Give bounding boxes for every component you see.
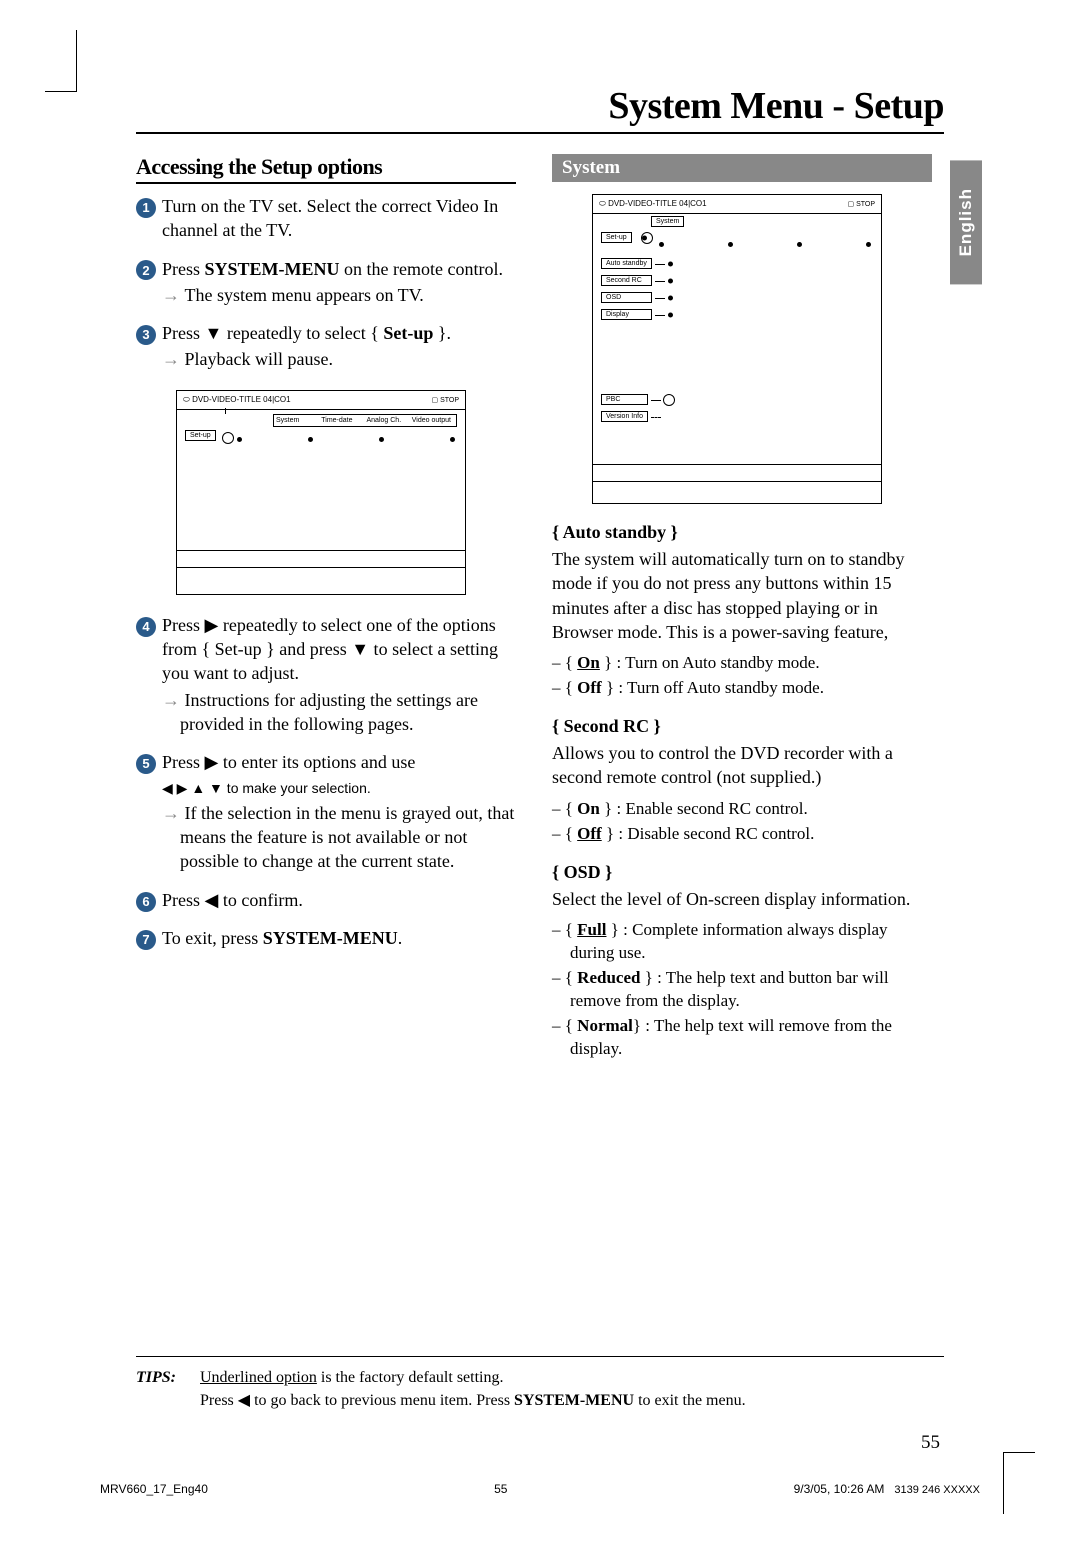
page-number: 55 [921, 1432, 940, 1454]
option-second-rc-list: { On } : Enable second RC control. { Off… [552, 798, 932, 846]
step-1: 1 Turn on the TV set. Select the correct… [136, 194, 516, 243]
osd-screenshot-1: ⬭ DVD-VIDEO-TITLE 04|CO1 ▢ STOP SystemTi… [176, 390, 466, 595]
language-tab: English [950, 160, 982, 284]
option-osd-list: { Full } : Complete information always d… [552, 919, 932, 1061]
step-5-result: If the selection in the menu is grayed o… [162, 801, 516, 874]
section-heading-accessing: Accessing the Setup options [136, 154, 516, 184]
step-2: 2 Press SYSTEM-MENU on the remote contro… [136, 257, 516, 308]
step-5: 5 Press ▶ to enter its options and use ◀… [136, 750, 516, 873]
option-osd-body: Select the level of On-screen display in… [552, 887, 932, 911]
option-auto-standby-body: The system will automatically turn on to… [552, 547, 932, 644]
step-4: 4 Press ▶ repeatedly to select one of th… [136, 613, 516, 736]
option-osd-head: { OSD } [552, 862, 932, 883]
crop-mark-top-left [45, 30, 77, 92]
option-second-rc-body: Allows you to control the DVD recorder w… [552, 741, 932, 790]
step-num-1: 1 [136, 198, 156, 218]
print-footer: MRV660_17_Eng40 55 9/3/05, 10:26 AM 3139… [100, 1482, 980, 1496]
tips-block: TIPS: Underlined option is the factory d… [136, 1356, 944, 1412]
step-3-result: Playback will pause. [162, 347, 516, 371]
option-auto-standby-list: { On } : Turn on Auto standby mode. { Of… [552, 652, 932, 700]
option-second-rc-head: { Second RC } [552, 716, 932, 737]
step-6: 6 Press ◀ to confirm. [136, 888, 516, 912]
option-auto-standby-head: { Auto standby } [552, 522, 932, 543]
step-4-result: Instructions for adjusting the settings … [162, 688, 516, 737]
step-7: 7 To exit, press SYSTEM-MENU. [136, 926, 516, 950]
step-3: 3 Press ▼ repeatedly to select { Set-up … [136, 321, 516, 372]
page-title: System Menu - Setup [136, 84, 944, 134]
crop-mark-bottom-right [1003, 1452, 1035, 1514]
osd-screenshot-2: ⬭ DVD-VIDEO-TITLE 04|CO1 ▢ STOP System S… [592, 194, 882, 504]
section-banner-system: System [552, 154, 932, 182]
step-2-result: The system menu appears on TV. [162, 283, 516, 307]
step-1-text: Turn on the TV set. Select the correct V… [162, 194, 516, 243]
